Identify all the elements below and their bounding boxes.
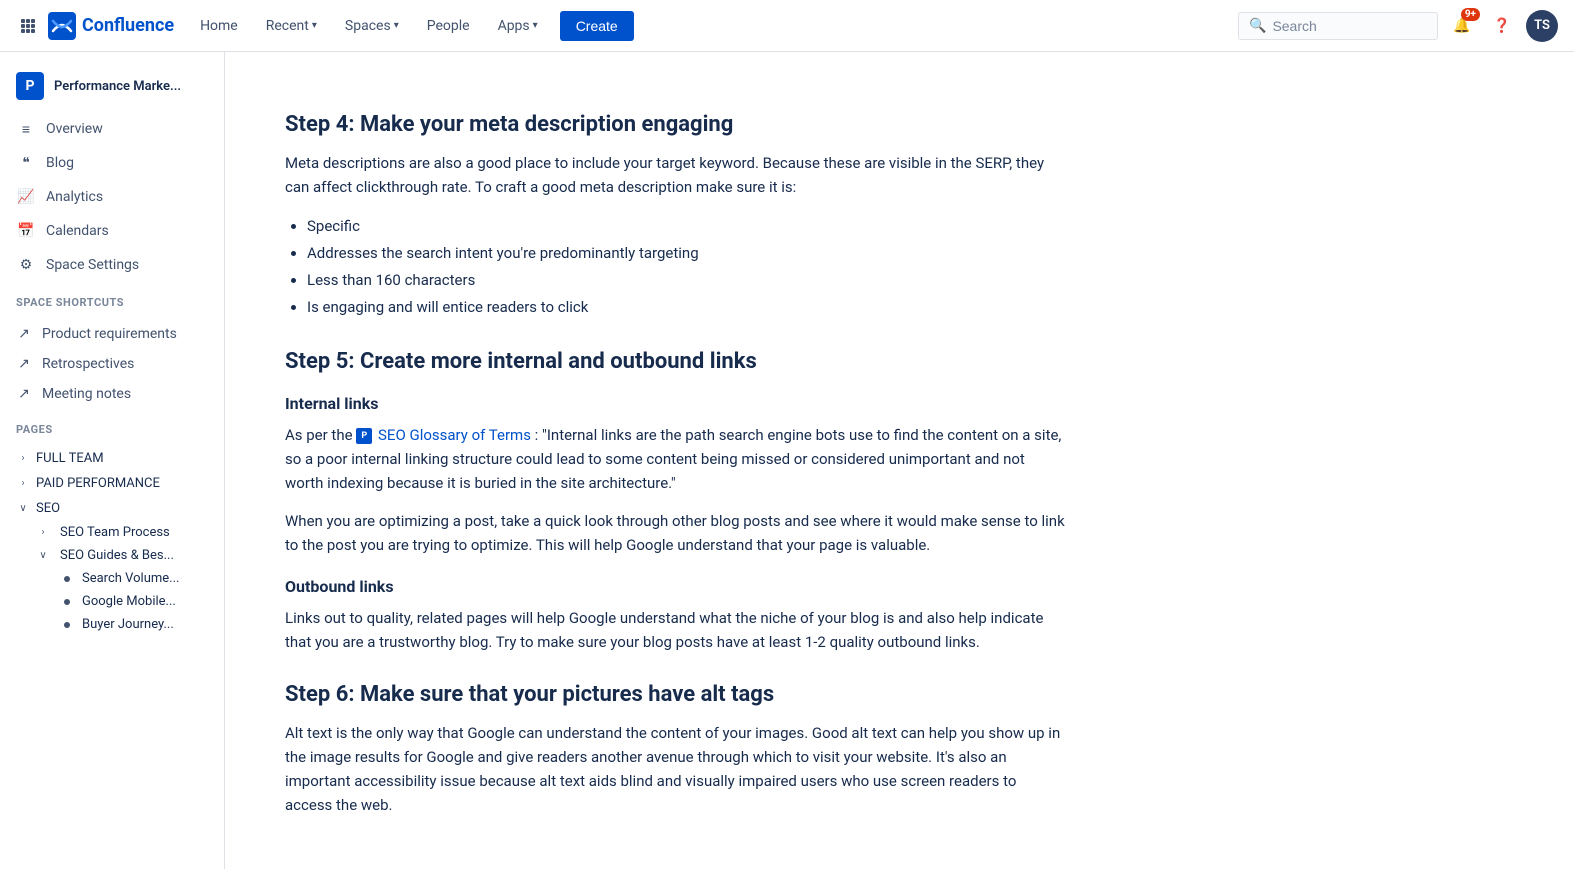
chevron-right-icon: › bbox=[16, 453, 30, 464]
analytics-icon: 📈 bbox=[16, 187, 36, 207]
sidebar-item-overview[interactable]: ≡ Overview bbox=[0, 112, 224, 146]
bullet-icon-3 bbox=[64, 622, 70, 628]
sidebar-item-analytics[interactable]: 📈 Analytics bbox=[0, 180, 224, 214]
pages-item-paid-performance[interactable]: › PAID PERFORMANCE bbox=[0, 471, 224, 496]
calendars-icon: 📅 bbox=[16, 221, 36, 241]
notifications-button[interactable]: 🔔 9+ bbox=[1446, 10, 1478, 42]
pages-item-google-mobile[interactable]: Google Mobile... bbox=[56, 590, 224, 613]
pages-item-seo-team-process[interactable]: › SEO Team Process bbox=[28, 521, 224, 544]
space-header[interactable]: P Performance Marke... bbox=[0, 64, 224, 112]
external-link-icon-2: ↗ bbox=[16, 356, 32, 372]
pages-item-seo-team-process-label: SEO Team Process bbox=[60, 525, 170, 540]
main-content: Step 4: Make your meta description engag… bbox=[225, 52, 1125, 869]
spaces-chevron: ▾ bbox=[394, 20, 399, 31]
internal-links-heading: Internal links bbox=[285, 394, 1065, 413]
pages-item-search-volume-label: Search Volume... bbox=[82, 571, 179, 586]
shortcut-meeting-notes-label: Meeting notes bbox=[42, 386, 131, 402]
external-link-icon: ↗ bbox=[16, 326, 32, 342]
pages-label: Pages bbox=[16, 417, 208, 438]
step4-intro: Meta descriptions are also a good place … bbox=[285, 151, 1065, 199]
nav-recent[interactable]: Recent▾ bbox=[256, 12, 327, 40]
external-link-icon-3: ↗ bbox=[16, 386, 32, 402]
chevron-down-icon: ∨ bbox=[16, 503, 30, 514]
search-input[interactable] bbox=[1272, 18, 1427, 34]
bullet-icon-2 bbox=[64, 599, 70, 605]
sidebar-item-analytics-label: Analytics bbox=[46, 189, 103, 205]
list-item: Specific bbox=[307, 213, 1065, 240]
top-navigation: Confluence Home Recent▾ Spaces▾ People A… bbox=[0, 0, 1574, 52]
search-box[interactable]: 🔍 bbox=[1238, 12, 1438, 40]
seo-glossary-link[interactable]: SEO Glossary of Terms bbox=[378, 423, 531, 447]
apps-chevron: ▾ bbox=[533, 20, 538, 31]
pages-item-seo-label: SEO bbox=[36, 501, 60, 516]
sidebar-item-space-settings-label: Space Settings bbox=[46, 257, 139, 273]
outbound-links-heading: Outbound links bbox=[285, 577, 1065, 596]
create-button[interactable]: Create bbox=[560, 11, 634, 41]
notification-badge: 9+ bbox=[1461, 8, 1480, 21]
overview-icon: ≡ bbox=[16, 119, 36, 139]
pages-item-full-team-label: FULL TEAM bbox=[36, 451, 104, 466]
help-icon: ❓ bbox=[1493, 18, 1510, 34]
sidebar-item-calendars-label: Calendars bbox=[46, 223, 109, 239]
seo-children: › SEO Team Process ∨ SEO Guides & Bes...… bbox=[0, 521, 224, 636]
as-per-text: As per the bbox=[285, 426, 356, 444]
avatar[interactable]: TS bbox=[1526, 10, 1558, 42]
sidebar-item-blog-label: Blog bbox=[46, 155, 74, 171]
recent-chevron: ▾ bbox=[312, 20, 317, 31]
chevron-right-icon-3: › bbox=[36, 527, 50, 538]
internal-links-para: As per the P SEO Glossary of Terms : "In… bbox=[285, 423, 1065, 495]
sidebar-item-space-settings[interactable]: ⚙ Space Settings bbox=[0, 248, 224, 282]
page-layout: P Performance Marke... ≡ Overview ❝ Blog… bbox=[0, 52, 1574, 869]
topnav-right: 🔍 🔔 9+ ❓ TS bbox=[1238, 10, 1558, 42]
step5-heading: Step 5: Create more internal and outboun… bbox=[285, 349, 1065, 374]
step6-para: Alt text is the only way that Google can… bbox=[285, 721, 1065, 817]
shortcuts-label: Space Shortcuts bbox=[16, 290, 208, 311]
pages-item-full-team[interactable]: › FULL TEAM bbox=[0, 446, 224, 471]
chevron-down-icon-2: ∨ bbox=[36, 550, 50, 561]
nav-apps[interactable]: Apps▾ bbox=[488, 12, 548, 40]
pages-item-seo-guides[interactable]: ∨ SEO Guides & Bes... bbox=[28, 544, 224, 567]
sidebar: P Performance Marke... ≡ Overview ❝ Blog… bbox=[0, 52, 225, 869]
step6-heading: Step 6: Make sure that your pictures hav… bbox=[285, 682, 1065, 707]
shortcut-product-requirements-label: Product requirements bbox=[42, 326, 177, 342]
shortcut-retrospectives-label: Retrospectives bbox=[42, 356, 134, 372]
chevron-right-icon-2: › bbox=[16, 478, 30, 489]
grid-icon[interactable] bbox=[16, 14, 40, 38]
settings-icon: ⚙ bbox=[16, 255, 36, 275]
sidebar-shortcut-meeting-notes[interactable]: ↗ Meeting notes bbox=[0, 379, 224, 409]
nav-spaces[interactable]: Spaces▾ bbox=[335, 12, 409, 40]
blog-icon: ❝ bbox=[16, 153, 36, 173]
logo-text: Confluence bbox=[82, 15, 174, 36]
pages-item-seo[interactable]: ∨ SEO bbox=[0, 496, 224, 521]
outbound-links-para: Links out to quality, related pages will… bbox=[285, 606, 1065, 654]
confluence-logo[interactable]: Confluence bbox=[48, 12, 174, 40]
sidebar-item-overview-label: Overview bbox=[46, 121, 103, 137]
sidebar-shortcut-retrospectives[interactable]: ↗ Retrospectives bbox=[0, 349, 224, 379]
pages-item-seo-guides-label: SEO Guides & Bes... bbox=[60, 548, 174, 563]
pages-item-buyer-journey[interactable]: Buyer Journey... bbox=[56, 613, 224, 636]
pages-item-paid-performance-label: PAID PERFORMANCE bbox=[36, 476, 160, 491]
nav-people[interactable]: People bbox=[417, 12, 480, 40]
list-item: Less than 160 characters bbox=[307, 267, 1065, 294]
nav-home[interactable]: Home bbox=[190, 12, 248, 40]
list-item: Is engaging and will entice readers to c… bbox=[307, 294, 1065, 321]
pages-item-search-volume[interactable]: Search Volume... bbox=[56, 567, 224, 590]
sidebar-shortcut-product-requirements[interactable]: ↗ Product requirements bbox=[0, 319, 224, 349]
page-inline-icon: P bbox=[356, 428, 372, 444]
help-button[interactable]: ❓ bbox=[1486, 10, 1518, 42]
space-icon: P bbox=[16, 72, 44, 100]
space-name: Performance Marke... bbox=[54, 79, 181, 94]
pages-section: › FULL TEAM › PAID PERFORMANCE ∨ SEO › S… bbox=[0, 446, 224, 636]
pages-item-buyer-journey-label: Buyer Journey... bbox=[82, 617, 174, 632]
step4-heading: Step 4: Make your meta description engag… bbox=[285, 112, 1065, 137]
bullet-icon bbox=[64, 576, 70, 582]
step4-list: Specific Addresses the search intent you… bbox=[285, 213, 1065, 321]
internal-links-para2: When you are optimizing a post, take a q… bbox=[285, 509, 1065, 557]
pages-item-google-mobile-label: Google Mobile... bbox=[82, 594, 176, 609]
sidebar-item-calendars[interactable]: 📅 Calendars bbox=[0, 214, 224, 248]
sidebar-item-blog[interactable]: ❝ Blog bbox=[0, 146, 224, 180]
search-icon: 🔍 bbox=[1249, 18, 1266, 34]
seo-guides-children: Search Volume... Google Mobile... Buyer … bbox=[28, 567, 224, 636]
list-item: Addresses the search intent you're predo… bbox=[307, 240, 1065, 267]
